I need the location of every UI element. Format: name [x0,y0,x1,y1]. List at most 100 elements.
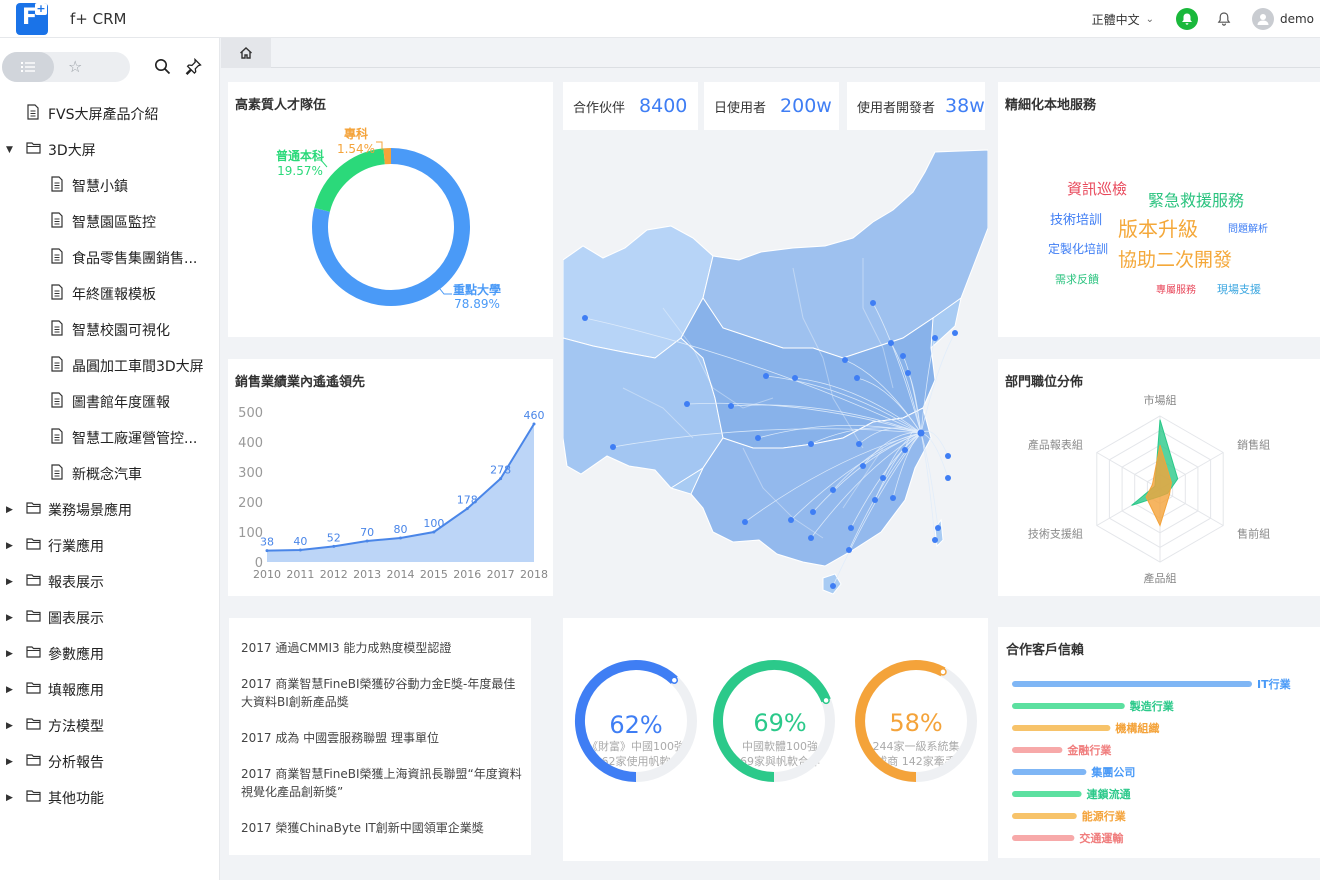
notification-active-icon[interactable] [1175,8,1198,30]
map-city-dot[interactable] [755,435,761,441]
map-city-dot[interactable] [684,401,690,407]
sidebar-folder[interactable]: ▶ 報表展示 [0,564,219,600]
sidebar-folder[interactable]: ▶ 圖表展示 [0,600,219,636]
map-city-dot[interactable] [810,509,816,515]
client-bar[interactable] [1012,835,1075,841]
map-city-dot[interactable] [763,373,769,379]
caret-right-icon[interactable]: ▶ [6,721,13,731]
data-point[interactable] [365,539,369,543]
favorite-star-icon[interactable]: ☆ [68,57,82,76]
sidebar-folder[interactable]: ▼ 3D大屏 [0,132,219,168]
data-point[interactable] [399,536,402,540]
map-city-dot[interactable] [935,525,941,531]
client-bar[interactable] [1012,703,1125,709]
list-view-button[interactable] [2,52,54,82]
map-city-dot[interactable] [945,475,951,481]
sidebar-item[interactable]: 新概念汽車 [0,456,219,492]
map-city-dot[interactable] [808,441,814,447]
donut-label-val-0: 78.89% [454,297,500,311]
sidebar: ☆ FVS大屏產品介紹 ▼ 3D大屏 智慧小鎮 智慧園區監控 食品零售集團銷售... 年終匯… [0,38,220,880]
sidebar-folder[interactable]: ▶ 分析報告 [0,744,219,780]
sidebar-item-label: 圖表展示 [48,611,104,627]
map-city-dot[interactable] [890,495,896,501]
sidebar-item[interactable]: 智慧校園可視化 [0,312,219,348]
map-city-dot[interactable] [830,487,836,493]
map-city-dot[interactable] [860,463,866,469]
client-bar[interactable] [1012,747,1063,753]
sidebar-item[interactable]: 食品零售集團銷售... [0,240,219,276]
map-city-dot[interactable] [792,375,798,381]
caret-right-icon[interactable]: ▶ [6,757,13,767]
map-city-dot[interactable] [788,517,794,523]
map-city-dot[interactable] [888,340,894,346]
sidebar-folder[interactable]: ▶ 行業應用 [0,528,219,564]
map-city-dot[interactable] [808,535,814,541]
sidebar-item[interactable]: 智慧園區監控 [0,204,219,240]
data-point[interactable] [265,549,269,553]
map-city-dot[interactable] [610,444,616,450]
user-menu[interactable]: demo [1251,8,1314,30]
bell-icon[interactable] [1216,11,1232,27]
caret-right-icon[interactable]: ▶ [6,541,13,551]
search-icon[interactable] [154,58,171,79]
sidebar-folder[interactable]: ▶ 參數應用 [0,636,219,672]
map-city-dot[interactable] [902,447,908,453]
map-city-dot[interactable] [872,497,878,503]
caret-right-icon[interactable]: ▶ [6,685,13,695]
map-city-dot[interactable] [952,330,958,336]
map-city-dot[interactable] [582,315,588,321]
sidebar-item[interactable]: 圖書館年度匯報 [0,384,219,420]
sidebar-folder[interactable]: ▶ 其他功能 [0,780,219,816]
sidebar-item[interactable]: FVS大屏產品介紹 [0,96,219,132]
sales-card: 銷售業績業內遙遙領先 0 100 200 300 400 500 38 2010 40 2011 5… [228,359,553,596]
map-city-dot[interactable] [728,403,734,409]
language-select[interactable]: 正體中文 ⌄ [1092,11,1154,28]
sidebar-item[interactable]: 智慧工廠運營管控... [0,420,219,456]
caret-down-icon[interactable]: ▼ [6,145,13,155]
caret-right-icon[interactable]: ▶ [6,577,13,587]
kpi-daily-users: 日使用者 200w [704,82,839,130]
sidebar-folder[interactable]: ▶ 業務場景應用 [0,492,219,528]
sidebar-item[interactable]: 年終匯報模板 [0,276,219,312]
client-bar[interactable] [1012,769,1087,775]
map-city-dot[interactable] [905,370,911,376]
client-bar[interactable] [1012,813,1077,819]
data-point[interactable] [499,477,503,481]
sidebar-item[interactable]: 智慧小鎮 [0,168,219,204]
data-point[interactable] [298,548,302,552]
map-city-dot[interactable] [846,547,852,553]
donut-slice[interactable] [314,148,386,213]
map-city-dot[interactable] [870,300,876,306]
y-tick-label: 300 [238,466,263,481]
data-point[interactable] [432,530,436,534]
data-point[interactable] [465,507,469,511]
map-city-dot[interactable] [854,375,860,381]
map-city-dot[interactable] [830,583,836,589]
client-bar[interactable] [1012,681,1252,687]
map-city-dot[interactable] [945,453,951,459]
tab-home[interactable] [221,38,271,68]
map-city-dot[interactable] [932,537,938,543]
sidebar-item-label: 晶圓加工車間3D大屏 [72,359,204,375]
caret-right-icon[interactable]: ▶ [6,613,13,623]
client-bar[interactable] [1012,791,1082,797]
sidebar-folder[interactable]: ▶ 填報應用 [0,672,219,708]
map-city-dot[interactable] [932,335,938,341]
sidebar-item[interactable]: 晶圓加工車間3D大屏 [0,348,219,384]
caret-right-icon[interactable]: ▶ [6,505,13,515]
data-point[interactable] [532,422,536,426]
map-city-dot[interactable] [842,357,848,363]
sidebar-folder[interactable]: ▶ 方法模型 [0,708,219,744]
map-hub-dot[interactable] [917,429,925,437]
map-city-dot[interactable] [900,353,906,359]
client-bar[interactable] [1012,725,1111,731]
data-point[interactable] [332,544,336,548]
map-city-dot[interactable] [848,525,854,531]
app-logo[interactable]: F + [16,2,48,35]
map-city-dot[interactable] [742,519,748,525]
caret-right-icon[interactable]: ▶ [6,793,13,803]
caret-right-icon[interactable]: ▶ [6,649,13,659]
map-city-dot[interactable] [880,475,886,481]
map-city-dot[interactable] [856,441,862,447]
pin-icon[interactable] [185,57,202,79]
